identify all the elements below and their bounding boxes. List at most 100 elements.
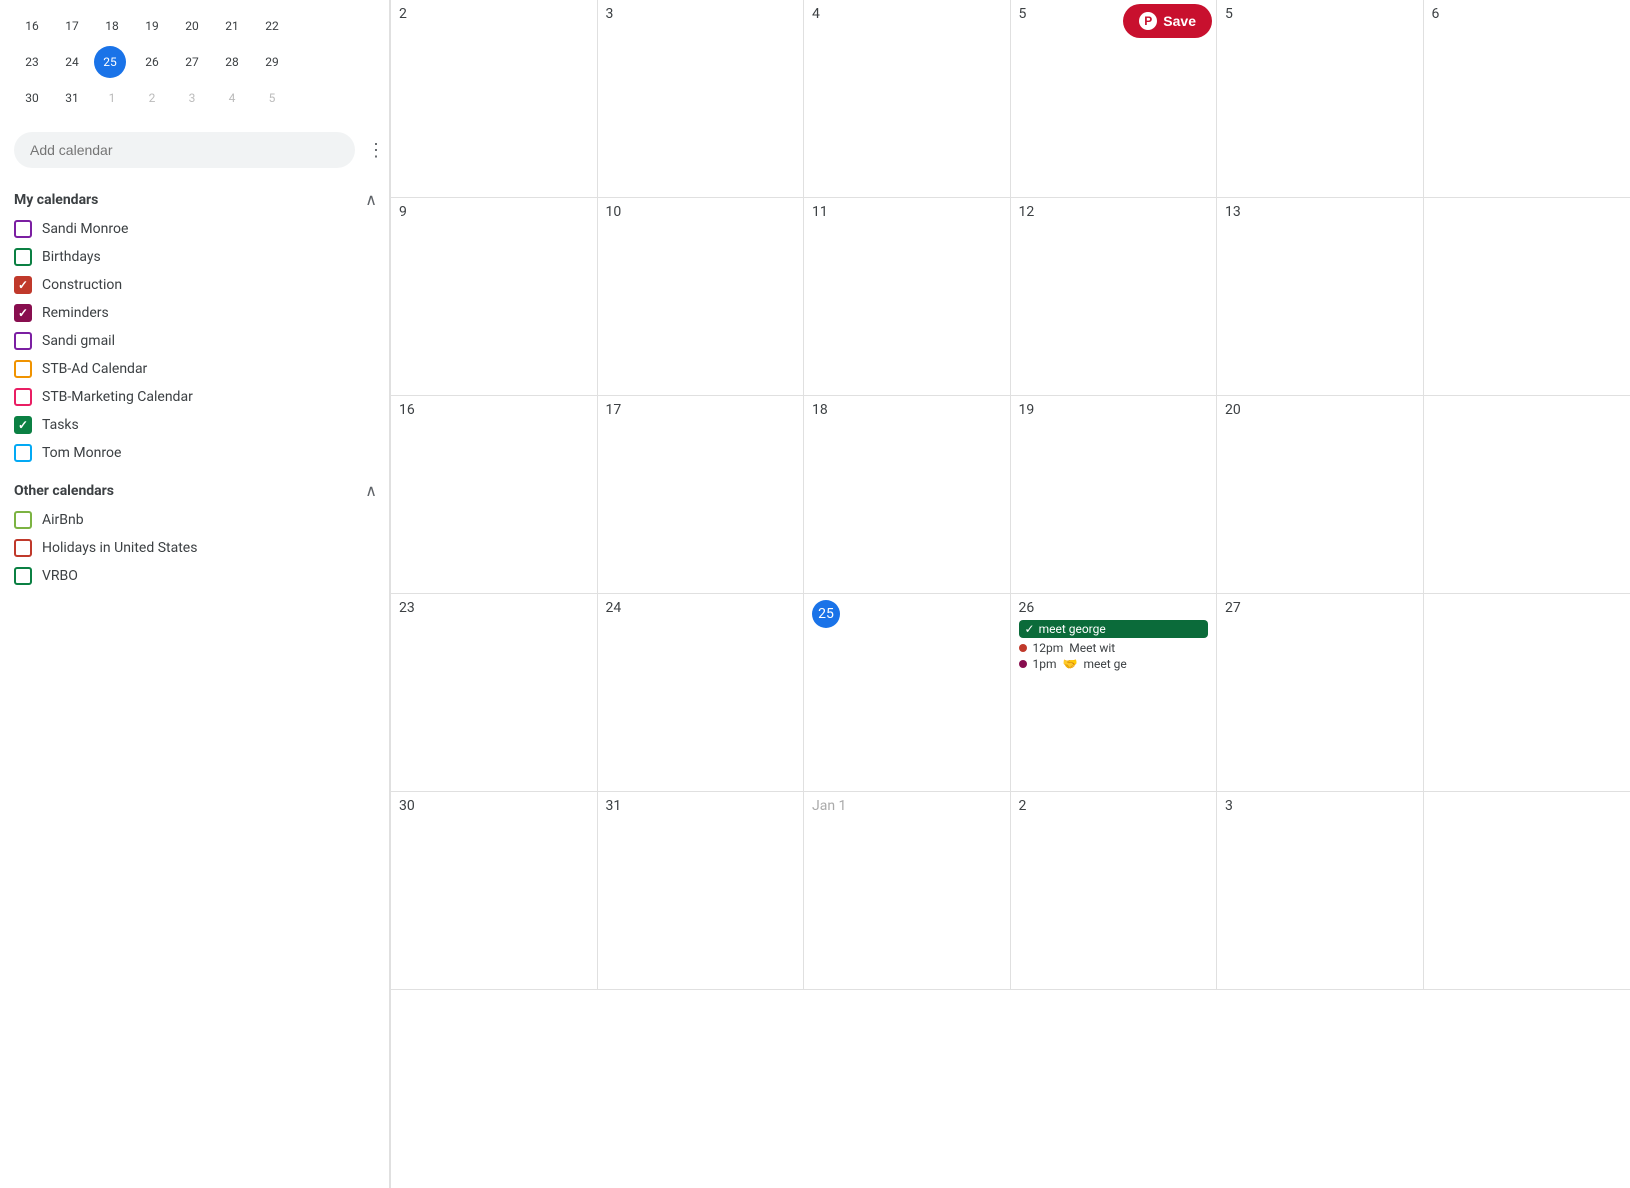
calendar-checkbox-birthdays[interactable]: [14, 248, 32, 266]
calendar-item-sandi-monroe[interactable]: Sandi Monroe: [14, 215, 389, 243]
cal-cell-jan1[interactable]: Jan 1: [804, 792, 1011, 990]
mini-day-24[interactable]: 24: [54, 46, 90, 78]
add-calendar-input[interactable]: [14, 132, 355, 168]
cell-date: 24: [606, 600, 796, 616]
cal-cell-17[interactable]: 17: [598, 396, 805, 594]
mini-day-27[interactable]: 27: [174, 46, 210, 78]
mini-day-21[interactable]: 21: [214, 10, 250, 42]
pinterest-save-button[interactable]: P Save: [1123, 4, 1212, 38]
cal-cell-6[interactable]: 6: [1424, 0, 1630, 198]
event-dot-row-12pm[interactable]: 12pm Meet wit: [1019, 641, 1209, 655]
mini-day-29[interactable]: 29: [254, 46, 290, 78]
calendar-checkbox-sandi-gmail[interactable]: [14, 332, 32, 350]
calendar-checkbox-stb-ad[interactable]: [14, 360, 32, 378]
mini-day-1-other[interactable]: 1: [94, 82, 130, 114]
calendar-label-birthdays: Birthdays: [42, 249, 101, 265]
calendar-checkbox-airbnb[interactable]: [14, 511, 32, 529]
event-icon-handshake: 🤝: [1063, 657, 1078, 671]
calendar-item-vrbo[interactable]: VRBO: [14, 562, 389, 590]
cal-cell-11[interactable]: 11: [804, 198, 1011, 396]
cell-date: 23: [399, 600, 589, 616]
cal-cell-23[interactable]: 23: [391, 594, 598, 792]
cal-cell-jan2[interactable]: 2: [1011, 792, 1218, 990]
calendar-checkbox-holidays[interactable]: [14, 539, 32, 557]
mini-day-28[interactable]: 28: [214, 46, 250, 78]
cal-cell-2[interactable]: 2: [391, 0, 598, 198]
my-calendars-header[interactable]: My calendars ∧: [14, 184, 389, 215]
calendar-checkbox-reminders[interactable]: ✓: [14, 304, 32, 322]
mini-day-20[interactable]: 20: [174, 10, 210, 42]
calendar-item-holidays[interactable]: Holidays in United States: [14, 534, 389, 562]
cal-cell-19[interactable]: 19: [1011, 396, 1218, 594]
event-chip-meet-george[interactable]: ✓ meet george: [1019, 620, 1209, 638]
cal-cell-5-save[interactable]: 5 P Save: [1011, 0, 1218, 198]
mini-day-26[interactable]: 26: [134, 46, 170, 78]
calendar-label-reminders: Reminders: [42, 305, 109, 321]
cal-cell-5b[interactable]: 5: [1217, 0, 1424, 198]
cell-date: 27: [1225, 600, 1415, 616]
cal-cell-9[interactable]: 9: [391, 198, 598, 396]
calendar-item-tom-monroe[interactable]: Tom Monroe: [14, 439, 389, 467]
calendar-label-airbnb: AirBnb: [42, 512, 84, 528]
cell-date: 16: [399, 402, 589, 418]
mini-day-4-other[interactable]: 4: [214, 82, 250, 114]
event-dot-row-1pm[interactable]: 1pm 🤝 meet ge: [1019, 657, 1209, 671]
cal-cell-27[interactable]: 27: [1217, 594, 1424, 792]
calendar-label-stb-marketing: STB-Marketing Calendar: [42, 389, 193, 405]
other-calendars-header[interactable]: Other calendars ∧: [14, 475, 389, 506]
calendar-item-tasks[interactable]: ✓ Tasks: [14, 411, 389, 439]
cal-cell-jan3[interactable]: 3: [1217, 792, 1424, 990]
mini-day-25-today[interactable]: 25: [94, 46, 126, 78]
calendar-item-reminders[interactable]: ✓ Reminders: [14, 299, 389, 327]
calendar-item-stb-ad[interactable]: STB-Ad Calendar: [14, 355, 389, 383]
mini-day-31[interactable]: 31: [54, 82, 90, 114]
calendar-checkbox-vrbo[interactable]: [14, 567, 32, 585]
mini-day-30[interactable]: 30: [14, 82, 50, 114]
cell-date: 26: [1019, 600, 1209, 616]
cal-cell-4[interactable]: 4: [804, 0, 1011, 198]
more-options-button[interactable]: ⋮: [363, 136, 389, 165]
my-calendars-section: My calendars ∧ Sandi Monroe Birthdays ✓ …: [14, 184, 389, 467]
cal-cell-10[interactable]: 10: [598, 198, 805, 396]
calendar-item-sandi-gmail[interactable]: Sandi gmail: [14, 327, 389, 355]
mini-day-17[interactable]: 17: [54, 10, 90, 42]
cal-cell-3[interactable]: 3: [598, 0, 805, 198]
cal-cell-31[interactable]: 31: [598, 792, 805, 990]
mini-day-18[interactable]: 18: [94, 10, 130, 42]
cal-cell-20[interactable]: 20: [1217, 396, 1424, 594]
mini-day-19[interactable]: 19: [134, 10, 170, 42]
mini-day-3-other[interactable]: 3: [174, 82, 210, 114]
cal-cell-16[interactable]: 16: [391, 396, 598, 594]
calendar-item-airbnb[interactable]: AirBnb: [14, 506, 389, 534]
mini-day-2-other[interactable]: 2: [134, 82, 170, 114]
mini-day-22[interactable]: 22: [254, 10, 290, 42]
cell-date: 18: [812, 402, 1002, 418]
calendar-checkbox-stb-marketing[interactable]: [14, 388, 32, 406]
calendar-item-construction[interactable]: ✓ Construction: [14, 271, 389, 299]
cal-cell-12[interactable]: 12: [1011, 198, 1218, 396]
my-calendars-title: My calendars: [14, 192, 98, 208]
mini-day-23[interactable]: 23: [14, 46, 50, 78]
calendar-item-birthdays[interactable]: Birthdays: [14, 243, 389, 271]
calendar-item-stb-marketing[interactable]: STB-Marketing Calendar: [14, 383, 389, 411]
cal-cell-empty-r3: [1424, 396, 1630, 594]
mini-calendar: 16 17 18 19 20 21 22 23 24 25 26 27 28 2…: [14, 0, 389, 124]
cell-date: 12: [1019, 204, 1209, 220]
calendar-checkbox-tom-monroe[interactable]: [14, 444, 32, 462]
cal-cell-empty-r2: [1424, 198, 1630, 396]
calendar-checkbox-sandi-monroe[interactable]: [14, 220, 32, 238]
event-time-1pm: 1pm: [1033, 657, 1057, 671]
cal-cell-24[interactable]: 24: [598, 594, 805, 792]
checkmark-icon: ✓: [18, 278, 28, 292]
calendar-checkbox-construction[interactable]: ✓: [14, 276, 32, 294]
cal-cell-13[interactable]: 13: [1217, 198, 1424, 396]
mini-day-16[interactable]: 16: [14, 10, 50, 42]
cal-cell-26-events[interactable]: 26 ✓ meet george 12pm Meet wit 1pm 🤝 mee…: [1011, 594, 1218, 792]
calendar-checkbox-tasks[interactable]: ✓: [14, 416, 32, 434]
cell-date: 4: [812, 6, 1002, 22]
mini-day-5-other[interactable]: 5: [254, 82, 290, 114]
cal-cell-25-today[interactable]: 25: [804, 594, 1011, 792]
cell-date: 10: [606, 204, 796, 220]
cal-cell-30[interactable]: 30: [391, 792, 598, 990]
cal-cell-18[interactable]: 18: [804, 396, 1011, 594]
